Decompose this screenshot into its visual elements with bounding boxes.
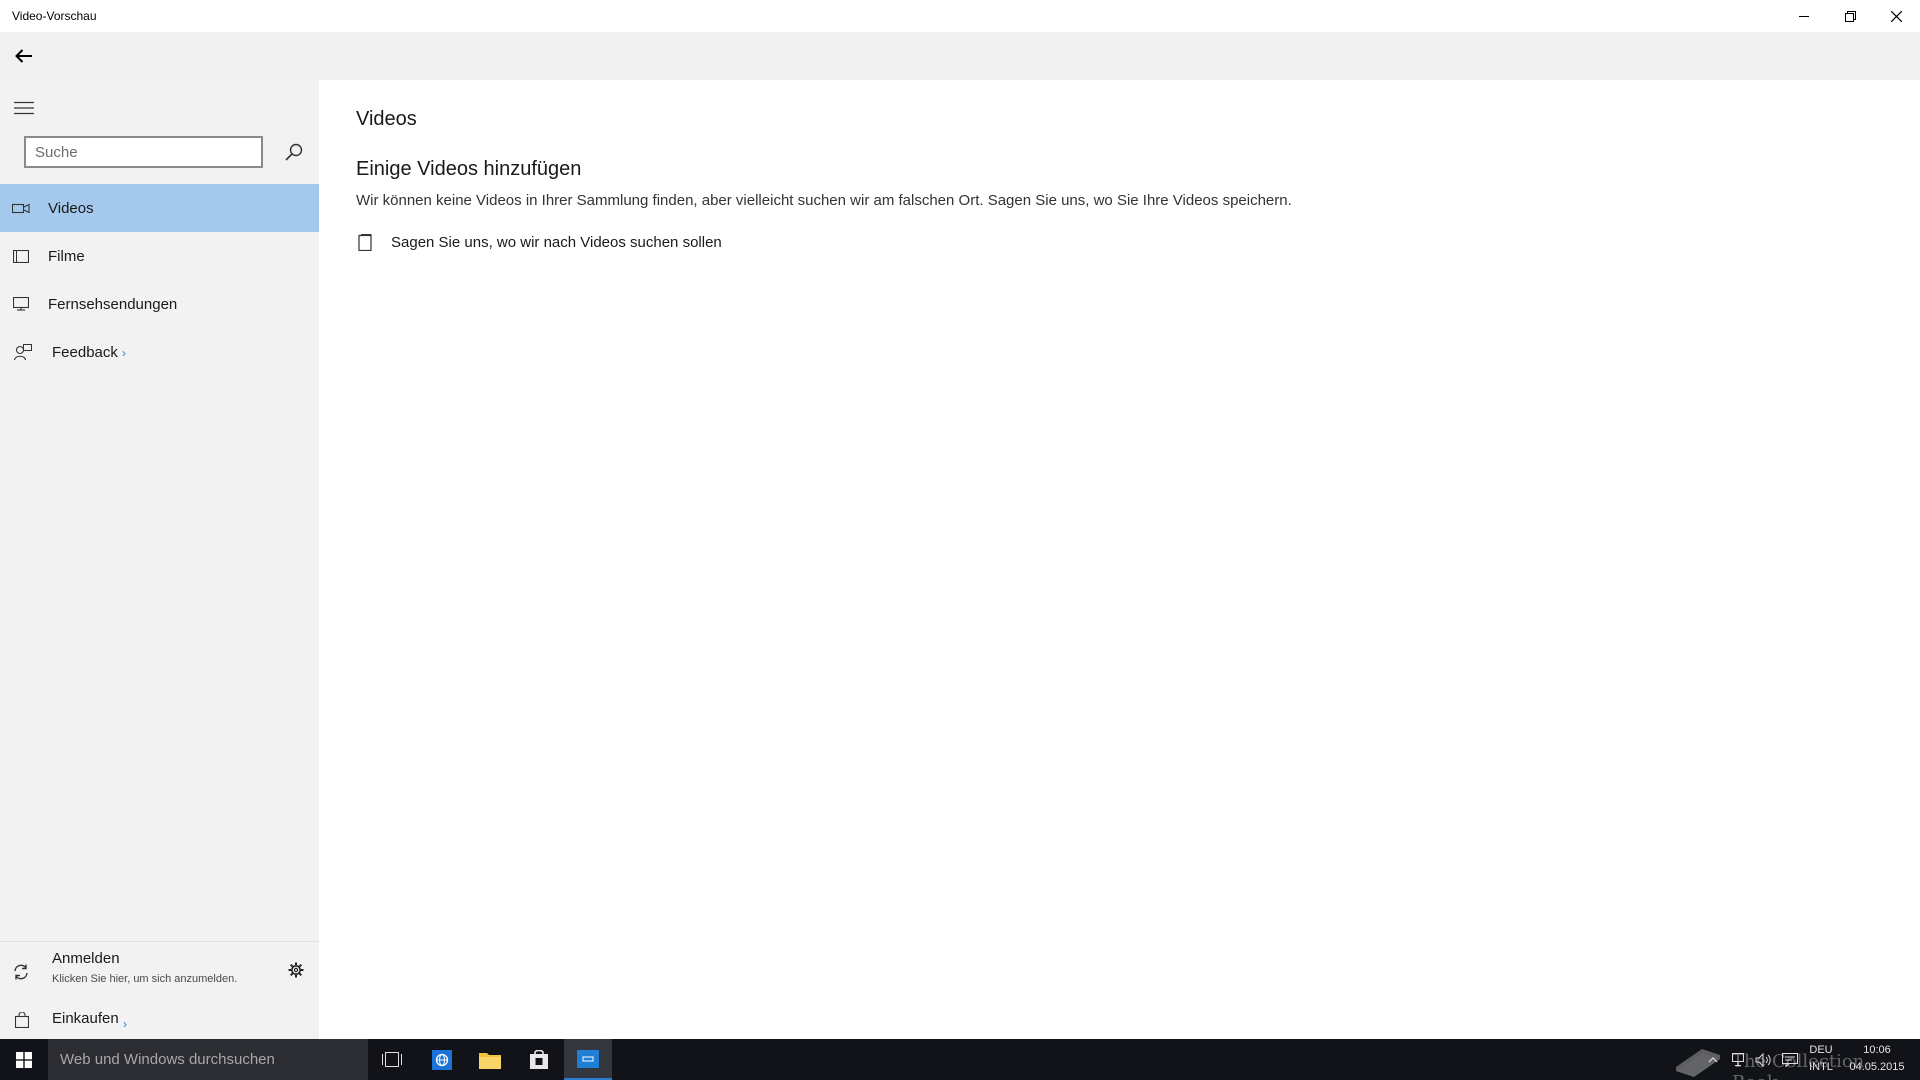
folder-icon [479, 1052, 501, 1069]
empty-collection-description: Wir können keine Videos in Ihrer Sammlun… [356, 192, 1292, 209]
main-content: Videos Einige Videos hinzufügen Wir könn… [319, 80, 1920, 1039]
window-title: Video-Vorschau [12, 9, 97, 23]
tray-clock[interactable]: 10:06 04.05.2015 [1842, 1042, 1912, 1076]
clock-date: 04.05.2015 [1849, 1061, 1905, 1073]
taskbar: Web und Windows durchsuchen The Collecti… [0, 1039, 1920, 1080]
browser-icon [432, 1049, 452, 1070]
section-heading: Einige Videos hinzufügen [356, 158, 582, 180]
tray-action-center[interactable] [1778, 1039, 1802, 1080]
shop-label: Einkaufen [52, 1010, 119, 1027]
close-icon [1890, 10, 1902, 22]
clock-time: 10:06 [1863, 1044, 1891, 1056]
taskbar-video-app[interactable] [564, 1039, 612, 1080]
start-button[interactable] [0, 1039, 48, 1080]
restore-icon [1844, 10, 1856, 22]
video-app-icon [577, 1049, 599, 1068]
sidebar-item-videos[interactable]: Videos [0, 184, 319, 232]
add-video-location-text: Sagen Sie uns, wo wir nach Videos suchen… [391, 233, 722, 251]
taskbar-search-placeholder: Web und Windows durchsuchen [60, 1051, 275, 1068]
search-box [24, 136, 263, 168]
page-title: Videos [356, 108, 417, 130]
chevron-right-icon: › [122, 346, 126, 360]
signin-button[interactable]: Anmelden Klicken Sie hier, um sich anzum… [0, 942, 319, 992]
network-icon [1732, 1052, 1744, 1066]
settings-button[interactable] [285, 959, 307, 981]
add-video-location-link[interactable]: Sagen Sie uns, wo wir nach Videos suchen… [356, 230, 722, 254]
feedback-icon [14, 343, 32, 360]
title-bar: Video-Vorschau [0, 0, 1920, 32]
tray-volume[interactable] [1752, 1039, 1776, 1080]
store-icon [530, 1049, 548, 1069]
shop-button[interactable]: Einkaufen › [0, 1000, 319, 1040]
restore-button[interactable] [1827, 0, 1873, 32]
windows-logo-icon [16, 1051, 32, 1068]
chevron-up-icon [1708, 1056, 1718, 1062]
tv-icon [12, 296, 30, 312]
video-camera-icon [12, 200, 30, 216]
taskbar-browser[interactable] [418, 1039, 466, 1080]
close-button[interactable] [1873, 0, 1919, 32]
sidebar-item-filme[interactable]: Filme [0, 232, 319, 280]
sidebar-item-feedback[interactable]: Feedback › [0, 328, 319, 376]
taskbar-store[interactable] [515, 1039, 563, 1080]
task-view-icon [382, 1052, 402, 1067]
keyboard-layout: INTL [1809, 1061, 1833, 1073]
sidebar-item-label: Feedback [52, 343, 118, 361]
speaker-icon [1755, 1052, 1771, 1067]
task-view-button[interactable] [368, 1039, 416, 1080]
sidebar: Videos Filme Fernsehsendungen Feedback ›… [0, 80, 319, 1039]
back-bar [0, 32, 1920, 80]
back-arrow-icon [15, 49, 32, 63]
tray-overflow-button[interactable] [1705, 1039, 1721, 1080]
hamburger-icon [14, 101, 34, 115]
taskbar-file-explorer[interactable] [466, 1039, 514, 1080]
sidebar-item-label: Videos [48, 199, 94, 217]
language-code: DEU [1809, 1044, 1833, 1056]
hamburger-menu-button[interactable] [10, 94, 38, 122]
search-icon [285, 143, 303, 161]
sidebar-item-fernsehsendungen[interactable]: Fernsehsendungen [0, 280, 319, 328]
search-button[interactable] [280, 138, 308, 166]
sync-icon [13, 964, 29, 985]
back-button[interactable] [8, 40, 40, 72]
taskbar-search-box[interactable]: Web und Windows durchsuchen [48, 1039, 368, 1080]
search-input[interactable] [26, 138, 261, 166]
action-center-icon [1782, 1052, 1798, 1067]
chevron-right-icon: › [123, 1017, 127, 1031]
signin-title: Anmelden [52, 950, 120, 967]
minimize-icon [1799, 16, 1809, 17]
signin-subtitle: Klicken Sie hier, um sich anzumelden. [52, 973, 238, 985]
sidebar-item-label: Filme [48, 247, 85, 265]
sidebar-bottom: Anmelden Klicken Sie hier, um sich anzum… [0, 941, 319, 1039]
gear-icon [288, 962, 304, 978]
folder-icon [356, 232, 374, 252]
tray-language[interactable]: DEU INTL [1804, 1042, 1838, 1076]
minimize-button[interactable] [1781, 0, 1827, 32]
sidebar-item-label: Fernsehsendungen [48, 295, 178, 313]
shopping-bag-icon [14, 1011, 30, 1033]
film-icon [12, 248, 30, 264]
tray-network[interactable] [1728, 1039, 1752, 1080]
